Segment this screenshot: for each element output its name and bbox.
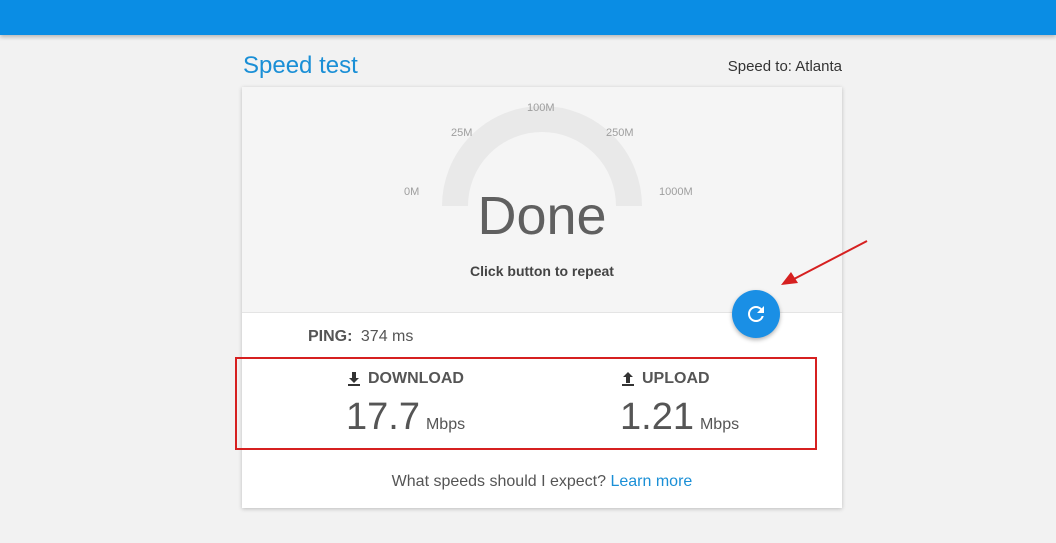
results-highlight-box — [235, 357, 817, 450]
gauge-tick-3: 250M — [606, 127, 634, 139]
ping-value: 374 ms — [360, 328, 414, 345]
expectation-question: What speeds should I expect? — [391, 473, 607, 490]
ping-label: PING: — [308, 328, 353, 345]
repeat-hint: Click button to repeat — [470, 263, 614, 279]
top-app-bar — [0, 0, 1056, 35]
gauge-tick-1: 25M — [451, 127, 473, 139]
page-title: Speed test — [243, 52, 358, 79]
test-status: Done — [477, 186, 607, 246]
gauge-area: 0M 25M 100M 250M 1000M Done Click button… — [242, 87, 842, 313]
annotation-arrow-icon — [781, 240, 868, 285]
gauge-tick-2: 100M — [527, 102, 555, 114]
speed-to-location: Speed to: Atlanta — [727, 58, 842, 75]
expectation-footer: What speeds should I expect? Learn more — [242, 473, 842, 491]
repeat-test-button[interactable] — [732, 290, 780, 338]
learn-more-link[interactable]: Learn more — [610, 473, 692, 490]
ping-row: PING: 374 ms — [308, 328, 413, 346]
refresh-icon — [748, 306, 764, 322]
